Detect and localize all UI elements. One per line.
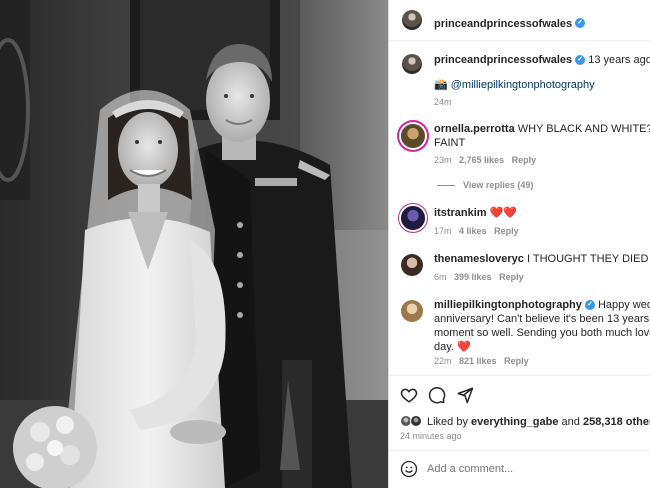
comment-username[interactable]: thenamesloveryc [434,253,524,265]
liked-by: Liked by everything_gabe and 258,318 oth… [427,415,650,430]
verified-icon: ✓ [575,17,586,28]
replies-line [437,185,455,187]
likes-count[interactable]: 258,318 others [583,416,650,428]
caption-avatar[interactable] [402,54,422,74]
comment-meta: 17m 4 likes Reply [434,226,519,236]
comment-icon[interactable] [428,386,446,404]
comment-username[interactable]: itstrankim [434,207,487,219]
post-photo[interactable] [0,0,388,488]
comment-likes[interactable]: 2,765 likes [459,155,504,165]
reply-button[interactable]: Reply [494,226,519,236]
caption-credit-line: 📸 @milliepilkingtonphotography [434,78,595,93]
comment-avatar[interactable] [401,206,425,230]
caption-header: princeandprincessofwales✓ 13 years ago t… [434,53,650,68]
comment-body-line3: moment so well. Sending you both much lo… [434,327,650,339]
comment-avatar[interactable] [401,124,425,148]
comment-text: ornella.perrotta WHY BLACK AND WHITE? OM [434,122,650,137]
comment-body: I THOUGHT THEY DIED [526,253,649,265]
comment-username[interactable]: milliepilkingtonphotography [434,299,582,311]
add-comment-input[interactable] [427,461,642,477]
verified-icon: ✓ [575,55,586,66]
reply-button[interactable]: Reply [512,155,537,165]
heart-icon[interactable] [400,386,418,404]
comment-age: 17m [434,226,452,236]
comment-text: milliepilkingtonphotography✓ Happy weddi… [434,298,650,313]
header-user: princeandprincessofwales ✓ [434,14,586,32]
header-divider [389,40,650,41]
liked-by-prefix: Liked by [427,416,468,428]
reply-button[interactable]: Reply [499,272,524,282]
comment-avatar[interactable] [401,254,423,276]
comment-body: WHY BLACK AND WHITE? OM [517,123,650,135]
comment-avatar[interactable] [401,300,423,322]
wedding-photo-illustration [0,0,388,488]
comment-likes[interactable]: 399 likes [454,272,492,282]
verified-icon: ✓ [584,300,595,311]
post-age[interactable]: 24 minutes ago [400,431,462,441]
comment-text: thenamesloveryc I THOUGHT THEY DIED [434,252,648,267]
comment-meta: 6m 399 likes Reply [434,272,524,282]
actions-divider [389,375,650,376]
comment-body: ❤️❤️ [489,207,518,219]
comment-body-line4: day. ❤️ [434,341,471,353]
view-replies-button[interactable]: View replies (49) [437,180,533,190]
comment-body-line2: anniversary! Can't believe it's been 13 … [434,313,650,325]
caption-username[interactable]: princeandprincessofwales [434,54,572,66]
reply-button[interactable]: Reply [504,356,529,366]
share-icon[interactable] [456,386,474,404]
caption-age: 24m [434,97,452,107]
comment-meta: 22m 821 likes Reply [434,356,529,366]
caption-credit-link[interactable]: @milliepilkingtonphotography [451,79,595,91]
comment-likes[interactable]: 4 likes [459,226,487,236]
liker-avatar[interactable] [410,415,422,427]
caption-time: 13 years ago toda [588,54,650,66]
header-avatar[interactable] [402,10,422,30]
comment-age: 23m [434,155,452,165]
comment-text: itstrankim ❤️❤️ [434,206,517,221]
view-replies-label[interactable]: View replies (49) [463,180,533,190]
liked-by-user[interactable]: everything_gabe [471,416,558,428]
emoji-icon[interactable] [400,460,418,478]
header-username[interactable]: princeandprincessofwales [434,18,572,30]
comment-box-divider [389,450,650,451]
comment-body-line2: FAINT [434,137,466,149]
post-side-panel: princeandprincessofwales ✓ princeandprinc… [389,0,650,488]
comment-age: 22m [434,356,452,366]
comment-meta: 23m 2,765 likes Reply [434,155,536,165]
camera-icon: 📸 [434,79,448,91]
comment-username[interactable]: ornella.perrotta [434,123,515,135]
liked-by-and: and [561,416,580,428]
comment-likes[interactable]: 821 likes [459,356,497,366]
comment-body: Happy wedding [597,299,650,311]
comment-age: 6m [434,272,447,282]
